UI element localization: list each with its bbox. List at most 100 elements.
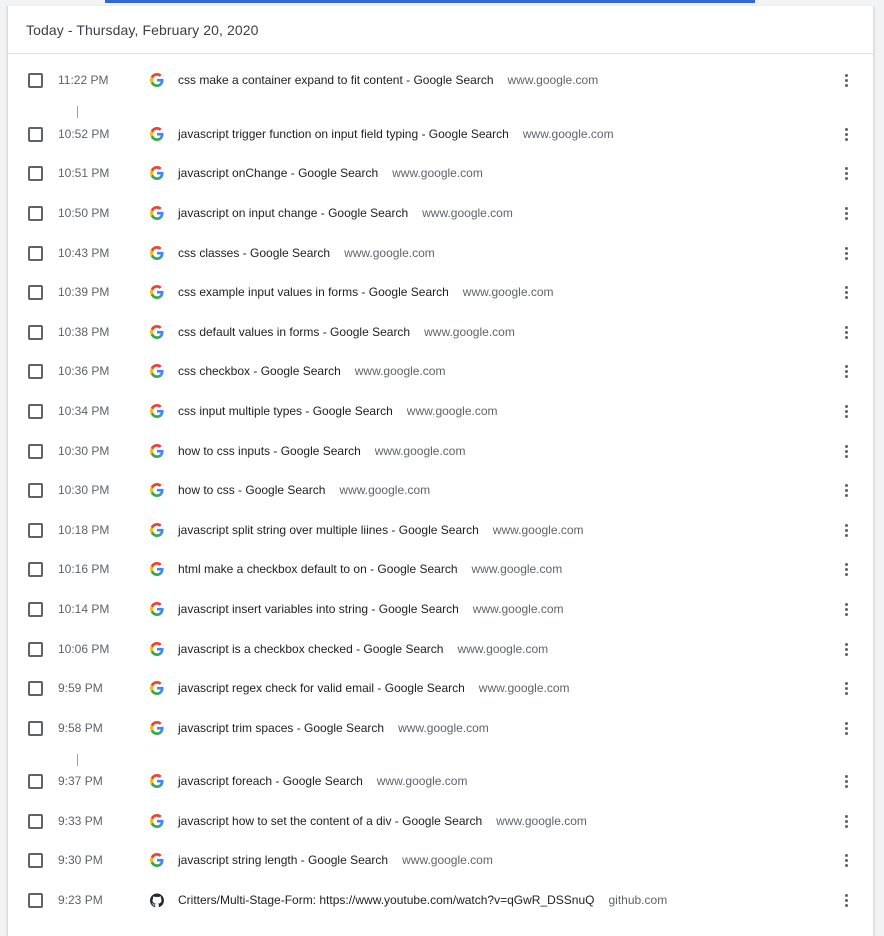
google-icon bbox=[150, 364, 164, 378]
more-actions-icon[interactable] bbox=[838, 773, 854, 789]
visit-time: 9:59 PM bbox=[58, 681, 103, 695]
entry-title-link[interactable]: javascript foreach - Google Search bbox=[178, 774, 363, 788]
entry-title-link[interactable]: how to css inputs - Google Search bbox=[178, 444, 361, 458]
row-checkbox[interactable] bbox=[28, 482, 43, 498]
entry-title-link[interactable]: javascript string length - Google Search bbox=[178, 853, 388, 867]
more-actions-icon[interactable] bbox=[838, 72, 854, 88]
entry-domain: www.google.com bbox=[406, 404, 498, 418]
entry-title-link[interactable]: css input multiple types - Google Search bbox=[178, 404, 393, 418]
visit-time: 10:16 PM bbox=[58, 562, 110, 576]
row-checkbox[interactable] bbox=[28, 324, 43, 340]
history-row[interactable]: 10:38 PM css default values in forms - Go… bbox=[8, 312, 873, 352]
history-row[interactable]: 10:52 PM javascript trigger function on i… bbox=[8, 114, 873, 154]
entry-title-link[interactable]: javascript trim spaces - Google Search bbox=[178, 721, 384, 735]
entry-title-link[interactable]: javascript insert variables into string … bbox=[178, 602, 459, 616]
more-actions-icon[interactable] bbox=[838, 205, 854, 221]
history-row[interactable]: 10:51 PM javascript onChange - Google Sea… bbox=[8, 153, 873, 193]
history-row[interactable]: 10:43 PM css classes - Google Search www.g… bbox=[8, 233, 873, 273]
history-row[interactable]: 10:14 PM javascript insert variables into… bbox=[8, 589, 873, 629]
history-row[interactable]: 10:39 PM css example input values in form… bbox=[8, 272, 873, 312]
history-row[interactable]: 10:18 PM javascript split string over mul… bbox=[8, 510, 873, 550]
entry-title-link[interactable]: css example input values in forms - Goog… bbox=[178, 285, 449, 299]
entry-content: javascript how to set the content of a d… bbox=[178, 814, 587, 828]
history-row[interactable]: 9:59 PM javascript regex check for valid … bbox=[8, 668, 873, 708]
entry-title-link[interactable]: javascript split string over multiple li… bbox=[178, 523, 479, 537]
visit-time: 10:43 PM bbox=[58, 246, 110, 260]
more-actions-icon[interactable] bbox=[838, 892, 854, 908]
entry-title-link[interactable]: javascript is a checkbox checked - Googl… bbox=[178, 642, 443, 656]
history-row[interactable]: 10:06 PM javascript is a checkbox checked… bbox=[8, 629, 873, 669]
row-checkbox[interactable] bbox=[28, 852, 43, 868]
entry-domain: www.google.com bbox=[344, 246, 435, 260]
row-checkbox[interactable] bbox=[28, 72, 43, 88]
more-actions-icon[interactable] bbox=[838, 284, 854, 300]
entry-title-link[interactable]: javascript regex check for valid email -… bbox=[178, 681, 465, 695]
history-row[interactable]: 10:30 PM how to css inputs - Google Searc… bbox=[8, 431, 873, 471]
history-row[interactable]: 9:37 PM javascript foreach - Google Searc… bbox=[8, 761, 873, 801]
entry-content: javascript is a checkbox checked - Googl… bbox=[178, 642, 548, 656]
history-row[interactable]: 9:23 PM Critters/Multi-Stage-Form: https:… bbox=[8, 880, 873, 920]
history-row[interactable]: 10:50 PM javascript on input change - Goo… bbox=[8, 193, 873, 233]
more-actions-icon[interactable] bbox=[838, 403, 854, 419]
more-actions-icon[interactable] bbox=[838, 641, 854, 657]
row-checkbox[interactable] bbox=[28, 522, 43, 538]
history-row[interactable]: 9:58 PM javascript trim spaces - Google S… bbox=[8, 708, 873, 748]
row-checkbox[interactable] bbox=[28, 601, 43, 617]
row-checkbox[interactable] bbox=[28, 443, 43, 459]
entry-domain: www.google.com bbox=[522, 127, 614, 141]
entry-domain: www.google.com bbox=[376, 774, 468, 788]
row-checkbox[interactable] bbox=[28, 892, 43, 908]
more-actions-icon[interactable] bbox=[838, 813, 854, 829]
more-actions-icon[interactable] bbox=[838, 680, 854, 696]
entry-title-link[interactable]: css classes - Google Search bbox=[178, 246, 330, 260]
history-row[interactable]: 10:30 PM how to css - Google Search www.go… bbox=[8, 470, 873, 510]
row-checkbox[interactable] bbox=[28, 641, 43, 657]
more-actions-icon[interactable] bbox=[838, 363, 854, 379]
entry-content: javascript on input change - Google Sear… bbox=[178, 206, 513, 220]
entry-title-link[interactable]: Critters/Multi-Stage-Form: https://www.y… bbox=[178, 893, 594, 907]
entry-title-link[interactable]: javascript trigger function on input fie… bbox=[178, 127, 509, 141]
entry-title-link[interactable]: javascript onChange - Google Search bbox=[178, 166, 378, 180]
row-checkbox[interactable] bbox=[28, 284, 43, 300]
history-row[interactable]: 11:22 PM css make a container expand to f… bbox=[8, 60, 873, 100]
entry-title-link[interactable]: how to css - Google Search bbox=[178, 483, 325, 497]
visit-time: 10:50 PM bbox=[58, 206, 110, 220]
more-actions-icon[interactable] bbox=[838, 482, 854, 498]
more-actions-icon[interactable] bbox=[838, 601, 854, 617]
more-actions-icon[interactable] bbox=[838, 720, 854, 736]
visit-time: 9:58 PM bbox=[58, 721, 103, 735]
entry-title-link[interactable]: css checkbox - Google Search bbox=[178, 364, 341, 378]
entry-title-link[interactable]: javascript how to set the content of a d… bbox=[178, 814, 482, 828]
history-row[interactable]: 9:30 PM javascript string length - Google… bbox=[8, 840, 873, 880]
history-row[interactable]: 10:34 PM css input multiple types - Googl… bbox=[8, 391, 873, 431]
more-actions-icon[interactable] bbox=[838, 522, 854, 538]
more-actions-icon[interactable] bbox=[838, 561, 854, 577]
row-checkbox[interactable] bbox=[28, 720, 43, 736]
row-checkbox[interactable] bbox=[28, 403, 43, 419]
entry-domain: www.google.com bbox=[402, 853, 493, 867]
row-checkbox[interactable] bbox=[28, 165, 43, 181]
history-row[interactable]: 9:33 PM javascript how to set the content… bbox=[8, 801, 873, 841]
row-checkbox[interactable] bbox=[28, 561, 43, 577]
more-actions-icon[interactable] bbox=[838, 443, 854, 459]
more-actions-icon[interactable] bbox=[838, 852, 854, 868]
history-row[interactable]: 10:16 PM html make a checkbox default to … bbox=[8, 549, 873, 589]
more-actions-icon[interactable] bbox=[838, 324, 854, 340]
row-checkbox[interactable] bbox=[28, 126, 43, 142]
more-actions-icon[interactable] bbox=[838, 245, 854, 261]
entry-content: javascript string length - Google Search… bbox=[178, 853, 493, 867]
more-actions-icon[interactable] bbox=[838, 126, 854, 142]
entry-title-link[interactable]: javascript on input change - Google Sear… bbox=[178, 206, 408, 220]
row-checkbox[interactable] bbox=[28, 680, 43, 696]
history-row[interactable]: 10:36 PM css checkbox - Google Search www.… bbox=[8, 351, 873, 391]
entry-title-link[interactable]: css default values in forms - Google Sea… bbox=[178, 325, 410, 339]
more-actions-icon[interactable] bbox=[838, 165, 854, 181]
entry-title-link[interactable]: css make a container expand to fit conte… bbox=[178, 73, 494, 87]
row-checkbox[interactable] bbox=[28, 205, 43, 221]
row-checkbox[interactable] bbox=[28, 363, 43, 379]
row-checkbox[interactable] bbox=[28, 245, 43, 261]
github-icon bbox=[150, 893, 164, 907]
row-checkbox[interactable] bbox=[28, 773, 43, 789]
entry-title-link[interactable]: html make a checkbox default to on - Goo… bbox=[178, 562, 458, 576]
row-checkbox[interactable] bbox=[28, 813, 43, 829]
